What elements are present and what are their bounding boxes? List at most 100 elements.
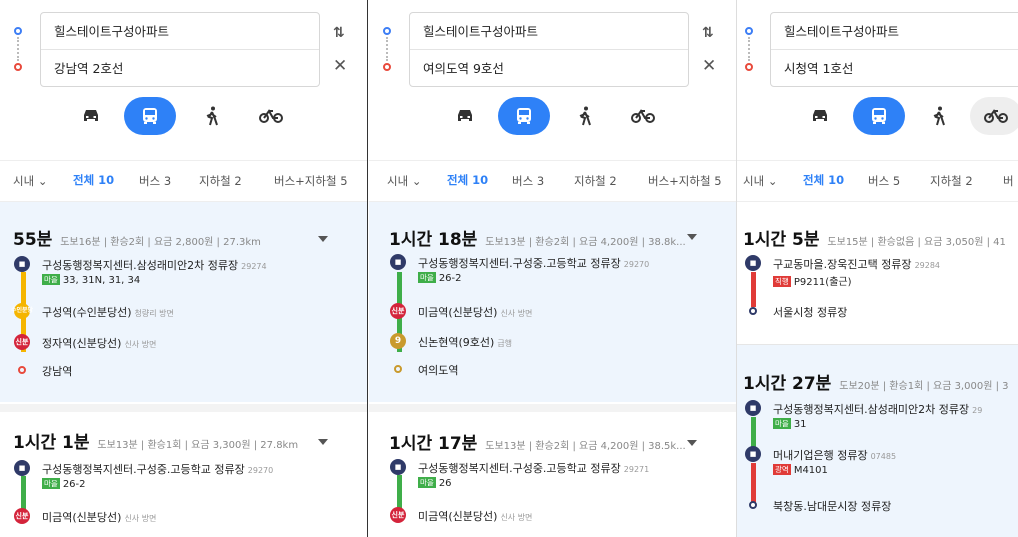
tab-all[interactable]: 전체 10 [69, 172, 118, 205]
bus-icon [872, 108, 886, 124]
destination-dot-icon [749, 501, 757, 509]
close-icon[interactable]: ✕ [333, 56, 347, 76]
route-time: 1시간 5분 도보15분 | 환승없음 | 요금 3,050원 | 41 [743, 230, 1006, 250]
route-card[interactable]: 1시간 27분 도보20분 | 환승1회 | 요금 3,000원 | 3 ■ 구… [737, 344, 1018, 537]
chevron-down-icon[interactable] [687, 440, 697, 446]
bike-mode-button[interactable] [617, 97, 669, 135]
directions-panel-3: 힐스테이트구성아파트 시청역 1호선 시내 ⌄ 전체 10 버스 5 지하철 2… [737, 0, 1018, 537]
route-time: 1시간 18분 도보13분 | 환승2회 | 요금 4,200원 | 38.8k… [389, 230, 686, 250]
walk-mode-button[interactable] [559, 97, 611, 135]
bike-mode-button[interactable] [970, 97, 1018, 135]
shinbundang-line-icon: 신분 [14, 508, 30, 524]
bike-icon [259, 109, 283, 123]
walk-icon [933, 106, 945, 126]
close-icon[interactable]: ✕ [702, 56, 716, 76]
route-line [751, 272, 756, 307]
bus-icon [143, 108, 157, 124]
origin-input[interactable]: 힐스테이트구성아파트 [41, 13, 319, 50]
tab-bus[interactable]: 버스 3 [139, 173, 171, 189]
route-meta: 도보13분 | 환승1회 | 요금 3,300원 | 27.8km [97, 440, 299, 451]
origin-input[interactable]: 힐스테이트구성아파트 [771, 13, 1018, 50]
filter-tabs: 시내 ⌄ 전체 10 버스 3 지하철 2 버스+지하철 5 [369, 160, 736, 205]
tab-all[interactable]: 전체 10 [443, 172, 492, 205]
tab-bus-subway[interactable]: 버스+지하철 5 [274, 173, 348, 189]
origin-dot-icon [383, 27, 391, 35]
route-meta: 도보16분 | 환승2회 | 요금 2,800원 | 27.3km [60, 237, 261, 248]
swap-icon[interactable]: ⇅ [333, 25, 345, 41]
transit-mode-button[interactable] [498, 97, 550, 135]
line9-icon: 9 [390, 333, 406, 349]
bus-icon: ■ [14, 460, 30, 476]
origin-input[interactable]: 힐스테이트구성아파트 [410, 13, 688, 50]
destination-dot-icon [394, 365, 402, 373]
destination-dot-icon [745, 63, 753, 71]
route-card[interactable]: 1시간 17분 도보13분 | 환승2회 | 요금 4,200원 | 38.5k… [369, 404, 736, 537]
tab-bus-subway[interactable]: 버 [1003, 173, 1014, 189]
walk-mode-button[interactable] [913, 97, 965, 135]
shinbundang-line-icon: 신분 [14, 334, 30, 350]
tab-city[interactable]: 시내 ⌄ [387, 173, 421, 189]
swap-icon[interactable]: ⇅ [702, 25, 714, 41]
route-card[interactable]: 1시간 18분 도보13분 | 환승2회 | 요금 4,200원 | 38.8k… [369, 202, 736, 402]
bus-icon: ■ [390, 459, 406, 475]
tab-bus[interactable]: 버스 3 [512, 173, 544, 189]
destination-dot-icon [749, 307, 757, 315]
tab-bus[interactable]: 버스 5 [868, 173, 900, 189]
tab-all[interactable]: 전체 10 [799, 172, 848, 205]
route-meta: 도보13분 | 환승2회 | 요금 4,200원 | 38.8k... [485, 237, 686, 248]
car-mode-button[interactable] [439, 97, 491, 135]
destination-input[interactable]: 여의도역 9호선 [410, 50, 688, 87]
bus-icon: ■ [745, 446, 761, 462]
chevron-down-icon[interactable] [318, 439, 328, 445]
bike-mode-button[interactable] [245, 97, 297, 135]
car-icon [813, 110, 827, 121]
car-icon [84, 110, 98, 121]
destination-dot-icon [383, 63, 391, 71]
filter-tabs: 시내 ⌄ 전체 10 버스 5 지하철 2 버 [737, 160, 1018, 205]
filter-tabs: 시내 ⌄ 전체 10 버스 3 지하철 2 버스+지하철 5 [0, 160, 367, 205]
route-dotted-line [386, 37, 388, 61]
tab-city[interactable]: 시내 ⌄ [13, 173, 47, 189]
bike-icon [984, 109, 1008, 123]
bus-icon: ■ [14, 256, 30, 272]
origin-dot-icon [14, 27, 22, 35]
route-card[interactable]: 1시간 5분 도보15분 | 환승없음 | 요금 3,050원 | 41 ■ 구… [737, 202, 1018, 342]
route-card[interactable]: 55분 도보16분 | 환승2회 | 요금 2,800원 | 27.3km ■ … [0, 202, 367, 402]
transit-mode-button[interactable] [124, 97, 176, 135]
car-mode-button[interactable] [794, 97, 846, 135]
destination-input[interactable]: 시청역 1호선 [771, 50, 1018, 87]
route-time: 55분 도보16분 | 환승2회 | 요금 2,800원 | 27.3km [13, 230, 261, 250]
route-inputs: 힐스테이트구성아파트 여의도역 9호선 [409, 12, 689, 87]
directions-panel-1: 힐스테이트구성아파트 강남역 2호선 ⇅ ✕ 시내 ⌄ 전체 10 버스 3 지… [0, 0, 368, 537]
route-card[interactable]: 1시간 1분 도보13분 | 환승1회 | 요금 3,300원 | 27.8km… [0, 404, 367, 537]
bus-icon [517, 108, 531, 124]
destination-dot-icon [14, 63, 22, 71]
tab-bus-subway[interactable]: 버스+지하철 5 [648, 173, 722, 189]
bike-icon [631, 109, 655, 123]
transport-modes [737, 97, 1018, 135]
route-meta: 도보20분 | 환승1회 | 요금 3,000원 | 3 [839, 381, 1009, 392]
transit-mode-button[interactable] [853, 97, 905, 135]
tab-city[interactable]: 시내 ⌄ [743, 173, 777, 189]
walk-mode-button[interactable] [186, 97, 238, 135]
shinbundang-line-icon: 신분 [390, 507, 406, 523]
car-mode-button[interactable] [65, 97, 117, 135]
tab-subway[interactable]: 지하철 2 [574, 173, 617, 189]
destination-dot-icon [18, 366, 26, 374]
route-inputs: 힐스테이트구성아파트 시청역 1호선 [770, 12, 1018, 87]
chevron-down-icon[interactable] [318, 236, 328, 242]
car-icon [458, 110, 472, 121]
route-time: 1시간 1분 도보13분 | 환승1회 | 요금 3,300원 | 27.8km [13, 433, 299, 453]
destination-input[interactable]: 강남역 2호선 [41, 50, 319, 87]
route-meta: 도보15분 | 환승없음 | 요금 3,050원 | 41 [827, 237, 1006, 248]
shinbundang-line-icon: 신분 [390, 303, 406, 319]
walk-icon [579, 106, 591, 126]
tab-subway[interactable]: 지하철 2 [199, 173, 242, 189]
tab-subway[interactable]: 지하철 2 [930, 173, 973, 189]
directions-panel-2: 힐스테이트구성아파트 여의도역 9호선 ⇅ ✕ 시내 ⌄ 전체 10 버스 3 … [369, 0, 737, 537]
transport-modes [0, 97, 367, 135]
suin-bundang-line-icon: 수인분당 [11, 303, 33, 319]
chevron-down-icon[interactable] [687, 234, 697, 240]
walk-icon [206, 106, 218, 126]
route-dotted-line [17, 37, 19, 61]
